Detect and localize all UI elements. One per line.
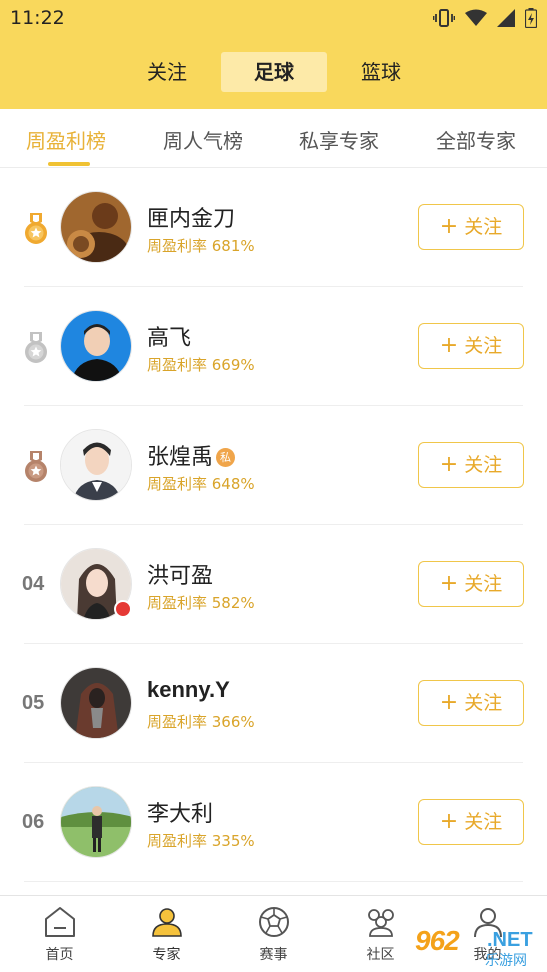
- avatar[interactable]: [60, 786, 132, 858]
- active-tab-indicator: [48, 162, 90, 166]
- status-icons: [433, 8, 537, 28]
- weekly-profit-rate: 周盈利率 669%: [147, 356, 255, 374]
- watermark-text: 乐游网: [485, 953, 527, 969]
- wifi-icon: [465, 9, 487, 27]
- vibrate-icon: [433, 9, 455, 27]
- list-item[interactable]: 04 洪可盈 周盈利率 582% + 关注: [0, 525, 547, 644]
- plus-icon: +: [439, 571, 459, 596]
- watermark-logo: 962 .NET 乐游网: [415, 925, 547, 970]
- follow-button[interactable]: + 关注: [418, 799, 524, 845]
- rank-number: 05: [22, 692, 45, 714]
- expert-name: 李大利: [147, 802, 214, 827]
- sport-category-tabs: 关注 足球 篮球: [0, 52, 547, 94]
- follow-button[interactable]: + 关注: [418, 204, 524, 250]
- top-header: 11:22 关注 足球 篮球: [0, 0, 547, 109]
- weekly-profit-rate: 周盈利率 582%: [147, 594, 255, 612]
- tab-private-experts[interactable]: 私享专家: [299, 125, 379, 154]
- plus-icon: +: [439, 214, 459, 239]
- follow-button[interactable]: + 关注: [418, 561, 524, 607]
- list-item[interactable]: 高飞 周盈利率 669% + 关注: [0, 287, 547, 406]
- watermark-brand: 962: [415, 925, 460, 956]
- battery-icon: [525, 8, 537, 28]
- list-item[interactable]: 06 李大利 周盈利率 335% + 关注: [0, 763, 547, 882]
- list-item[interactable]: 匣内金刀 周盈利率 681% + 关注: [0, 168, 547, 287]
- tab-all-experts[interactable]: 全部专家: [436, 125, 516, 154]
- hot-badge-icon: [114, 600, 132, 618]
- tab-weekly-profit[interactable]: 周盈利榜: [26, 125, 106, 154]
- weekly-profit-rate: 周盈利率 648%: [147, 475, 255, 493]
- watermark-suffix: .NET: [487, 929, 533, 951]
- category-basketball[interactable]: 篮球: [344, 52, 418, 92]
- avatar[interactable]: [60, 429, 132, 501]
- football-icon: [259, 907, 289, 937]
- nav-experts[interactable]: 专家: [112, 896, 221, 972]
- plus-icon: +: [439, 690, 459, 715]
- avatar[interactable]: [60, 191, 132, 263]
- expert-name: 匣内金刀: [147, 207, 236, 232]
- weekly-profit-rate: 周盈利率 681%: [147, 237, 255, 255]
- divider: [24, 881, 523, 882]
- bronze-medal-icon: [25, 451, 47, 482]
- avatar[interactable]: [60, 310, 132, 382]
- category-follow[interactable]: 关注: [130, 52, 204, 92]
- weekly-profit-rate: 周盈利率 335%: [147, 832, 255, 850]
- ranking-tabs: 周盈利榜 周人气榜 私享专家 全部专家: [0, 109, 547, 168]
- plus-icon: +: [439, 333, 459, 358]
- silver-medal-icon: [25, 332, 47, 363]
- rank-number: 04: [22, 573, 45, 595]
- weekly-profit-rate: 周盈利率 366%: [147, 713, 255, 731]
- status-time: 11:22: [10, 7, 65, 29]
- follow-button[interactable]: + 关注: [418, 680, 524, 726]
- plus-icon: +: [439, 452, 459, 477]
- tab-weekly-popularity[interactable]: 周人气榜: [163, 125, 243, 154]
- nav-label: 专家: [152, 947, 181, 963]
- follow-button[interactable]: + 关注: [418, 442, 524, 488]
- private-badge: 私: [216, 448, 236, 467]
- list-item[interactable]: 张煌禹私 周盈利率 648% + 关注: [0, 406, 547, 525]
- nav-matches[interactable]: 赛事: [219, 896, 328, 972]
- nav-label: 首页: [45, 947, 74, 963]
- signal-icon: [497, 9, 515, 27]
- expert-name: kenny.Y: [147, 677, 230, 702]
- community-icon: [368, 909, 394, 937]
- avatar[interactable]: [60, 667, 132, 739]
- expert-name: 高飞: [147, 326, 192, 351]
- gold-medal-icon: [25, 213, 47, 244]
- status-bar: 11:22: [0, 0, 547, 36]
- expert-name: 洪可盈: [147, 564, 214, 589]
- plus-icon: +: [439, 809, 459, 834]
- home-icon: [45, 907, 75, 937]
- expert-name: 张煌禹私: [147, 439, 236, 471]
- nav-label: 赛事: [259, 947, 288, 963]
- nav-home[interactable]: 首页: [5, 896, 114, 972]
- experts-icon: [152, 908, 182, 937]
- list-item[interactable]: 05 kenny.Y 周盈利率 366% + 关注: [0, 644, 547, 763]
- rank-number: 06: [22, 811, 45, 833]
- follow-button[interactable]: + 关注: [418, 323, 524, 369]
- category-football[interactable]: 足球: [221, 52, 327, 92]
